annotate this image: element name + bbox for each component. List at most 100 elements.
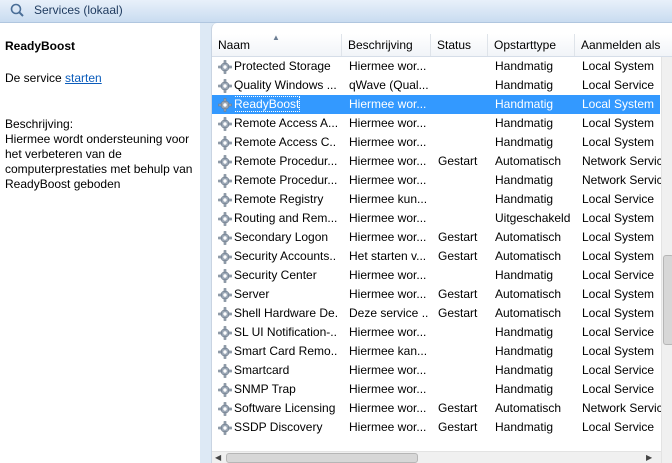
service-logon-cell: Local Service [582, 192, 655, 206]
service-status-cell: Gestart [438, 306, 478, 320]
service-name-cell: SNMP Trap [234, 380, 337, 399]
horizontal-scrollbar[interactable]: ◀ ▶ [212, 451, 661, 463]
service-startup-cell: Automatisch [495, 249, 562, 263]
table-row[interactable]: Quality Windows ... qWave (Qual... Handmat… [212, 76, 660, 95]
service-name: Security Accounts... [234, 249, 337, 263]
service-status-cell [438, 380, 490, 399]
title-bar: Services (lokaal) [0, 0, 672, 23]
list-header: Naam ▲ Beschrijving Status Opstarttype A… [212, 34, 672, 57]
service-logon-cell: Network Service [582, 401, 662, 415]
service-description-cell: Hiermee wor... [349, 211, 427, 225]
gear-icon [217, 78, 233, 94]
service-name-cell: SSDP Discovery [234, 418, 337, 437]
service-startup-cell: Automatisch [495, 306, 562, 320]
column-header-name[interactable]: Naam ▲ [212, 34, 342, 56]
service-status-cell [438, 361, 490, 380]
column-header-startup-type[interactable]: Opstarttype [488, 34, 575, 56]
service-description-cell: Hiermee wor... [349, 382, 427, 396]
service-description-cell: qWave (Qual... [349, 78, 429, 92]
service-logon-cell: Local Service [582, 78, 655, 92]
sort-ascending-icon: ▲ [272, 34, 280, 42]
service-status-cell: Gestart [438, 420, 478, 434]
service-startup-cell: Handmatig [495, 59, 554, 73]
table-row[interactable]: Shell Hardware De... Deze service ... Gest… [212, 304, 660, 323]
service-name: Software Licensing [234, 401, 336, 415]
service-name: Remote Procedur... [234, 154, 337, 168]
service-logon-cell: Local System [582, 135, 655, 149]
services-icon [10, 3, 24, 17]
service-startup-cell: Handmatig [495, 344, 554, 358]
service-status-cell [438, 171, 490, 190]
service-status-cell [438, 266, 490, 285]
service-name: Security Center [234, 268, 317, 282]
service-name-cell: ReadyBoost [234, 95, 337, 114]
service-logon-cell: Local System [582, 116, 655, 130]
service-name-cell: Server [234, 285, 337, 304]
window-title: Services (lokaal) [34, 3, 123, 17]
service-name-cell: Security Center [234, 266, 337, 285]
table-row[interactable]: ReadyBoost Hiermee wor... Handmatig Local S… [212, 95, 660, 114]
table-row[interactable]: Remote Procedur... Hiermee wor... Handmati… [212, 171, 662, 190]
service-status-cell: Gestart [438, 249, 478, 263]
service-status-cell: Gestart [438, 154, 478, 168]
service-logon-cell: Local System [582, 249, 655, 263]
table-row[interactable]: Secondary Logon Hiermee wor... Gestart Auto… [212, 228, 660, 247]
service-name: Smartcard [234, 363, 290, 377]
service-startup-cell: Handmatig [495, 173, 554, 187]
service-name-cell: Remote Procedur... [234, 152, 337, 171]
service-name-cell: Secondary Logon [234, 228, 337, 247]
table-row[interactable]: Smart Card Remo... Hiermee kan... Handmati… [212, 342, 660, 361]
table-row[interactable]: Remote Access A... Hiermee wor... Handmati… [212, 114, 660, 133]
service-name-cell: Shell Hardware De... [234, 304, 337, 323]
gear-icon [217, 59, 233, 75]
service-name: Smart Card Remo... [234, 344, 337, 358]
service-name: Routing and Rem... [234, 211, 337, 225]
service-action-prefix: De service [5, 71, 62, 85]
table-row[interactable]: Smartcard Hiermee wor... Handmatig Local Se… [212, 361, 660, 380]
service-name: Secondary Logon [234, 230, 329, 244]
gear-icon [217, 230, 233, 246]
gear-icon [217, 287, 233, 303]
scroll-left-icon[interactable]: ◀ [215, 453, 221, 462]
gear-icon [217, 192, 233, 208]
service-startup-cell: Handmatig [495, 192, 554, 206]
scroll-right-icon[interactable]: ▶ [646, 453, 652, 462]
table-row[interactable]: Remote Procedur... Hiermee wor... Gestart A… [212, 152, 662, 171]
service-name-cell: Remote Access C... [234, 133, 337, 152]
table-row[interactable]: Server Hiermee wor... Gestart Automatisch Lo… [212, 285, 660, 304]
service-name-cell: Protected Storage [234, 57, 337, 76]
service-name: SL UI Notification-... [234, 325, 337, 339]
service-logon-cell: Local System [582, 211, 655, 225]
service-name-cell: Software Licensing [234, 399, 337, 418]
service-logon-cell: Local Service [582, 325, 655, 339]
table-row[interactable]: SL UI Notification-... Hiermee wor... Hand… [212, 323, 660, 342]
service-status-cell: Gestart [438, 287, 478, 301]
column-header-status[interactable]: Status [431, 34, 488, 56]
service-action: De service starten [5, 71, 102, 85]
service-name-cell: SL UI Notification-... [234, 323, 337, 342]
service-startup-cell: Handmatig [495, 78, 554, 92]
service-description-cell: Hiermee wor... [349, 154, 427, 168]
table-row[interactable]: Routing and Rem... Hiermee wor... Uitgesch… [212, 209, 660, 228]
table-row[interactable]: Security Center Hiermee wor... Handmatig Lo… [212, 266, 660, 285]
table-row[interactable]: SSDP Discovery Hiermee wor... Gestart Handm… [212, 418, 660, 437]
table-row[interactable]: Software Licensing Hiermee wor... Gestart A… [212, 399, 662, 418]
vertical-scroll-thumb[interactable] [663, 255, 672, 345]
column-header-logon-label: Aanmelden als [581, 38, 661, 52]
horizontal-scroll-thumb[interactable] [226, 453, 418, 463]
service-startup-cell: Handmatig [495, 382, 554, 396]
table-row[interactable]: Remote Access C... Hiermee wor... Handmati… [212, 133, 660, 152]
service-status-cell: Gestart [438, 401, 478, 415]
column-header-description[interactable]: Beschrijving [342, 34, 431, 56]
table-row[interactable]: Protected Storage Hiermee wor... Handmatig… [212, 57, 660, 76]
gear-icon [217, 173, 233, 189]
table-row[interactable]: Security Accounts... Het starten v... Gest… [212, 247, 660, 266]
table-row[interactable]: Remote Registry Hiermee kun... Handmatig Lo… [212, 190, 660, 209]
service-startup-cell: Handmatig [495, 420, 554, 434]
vertical-scrollbar[interactable] [661, 57, 672, 463]
service-status-cell [438, 57, 490, 76]
column-header-logon[interactable]: Aanmelden als [575, 34, 672, 56]
start-service-link[interactable]: starten [65, 71, 102, 85]
service-description-cell: Hiermee wor... [349, 401, 427, 415]
table-row[interactable]: SNMP Trap Hiermee wor... Handmatig Local Se… [212, 380, 660, 399]
